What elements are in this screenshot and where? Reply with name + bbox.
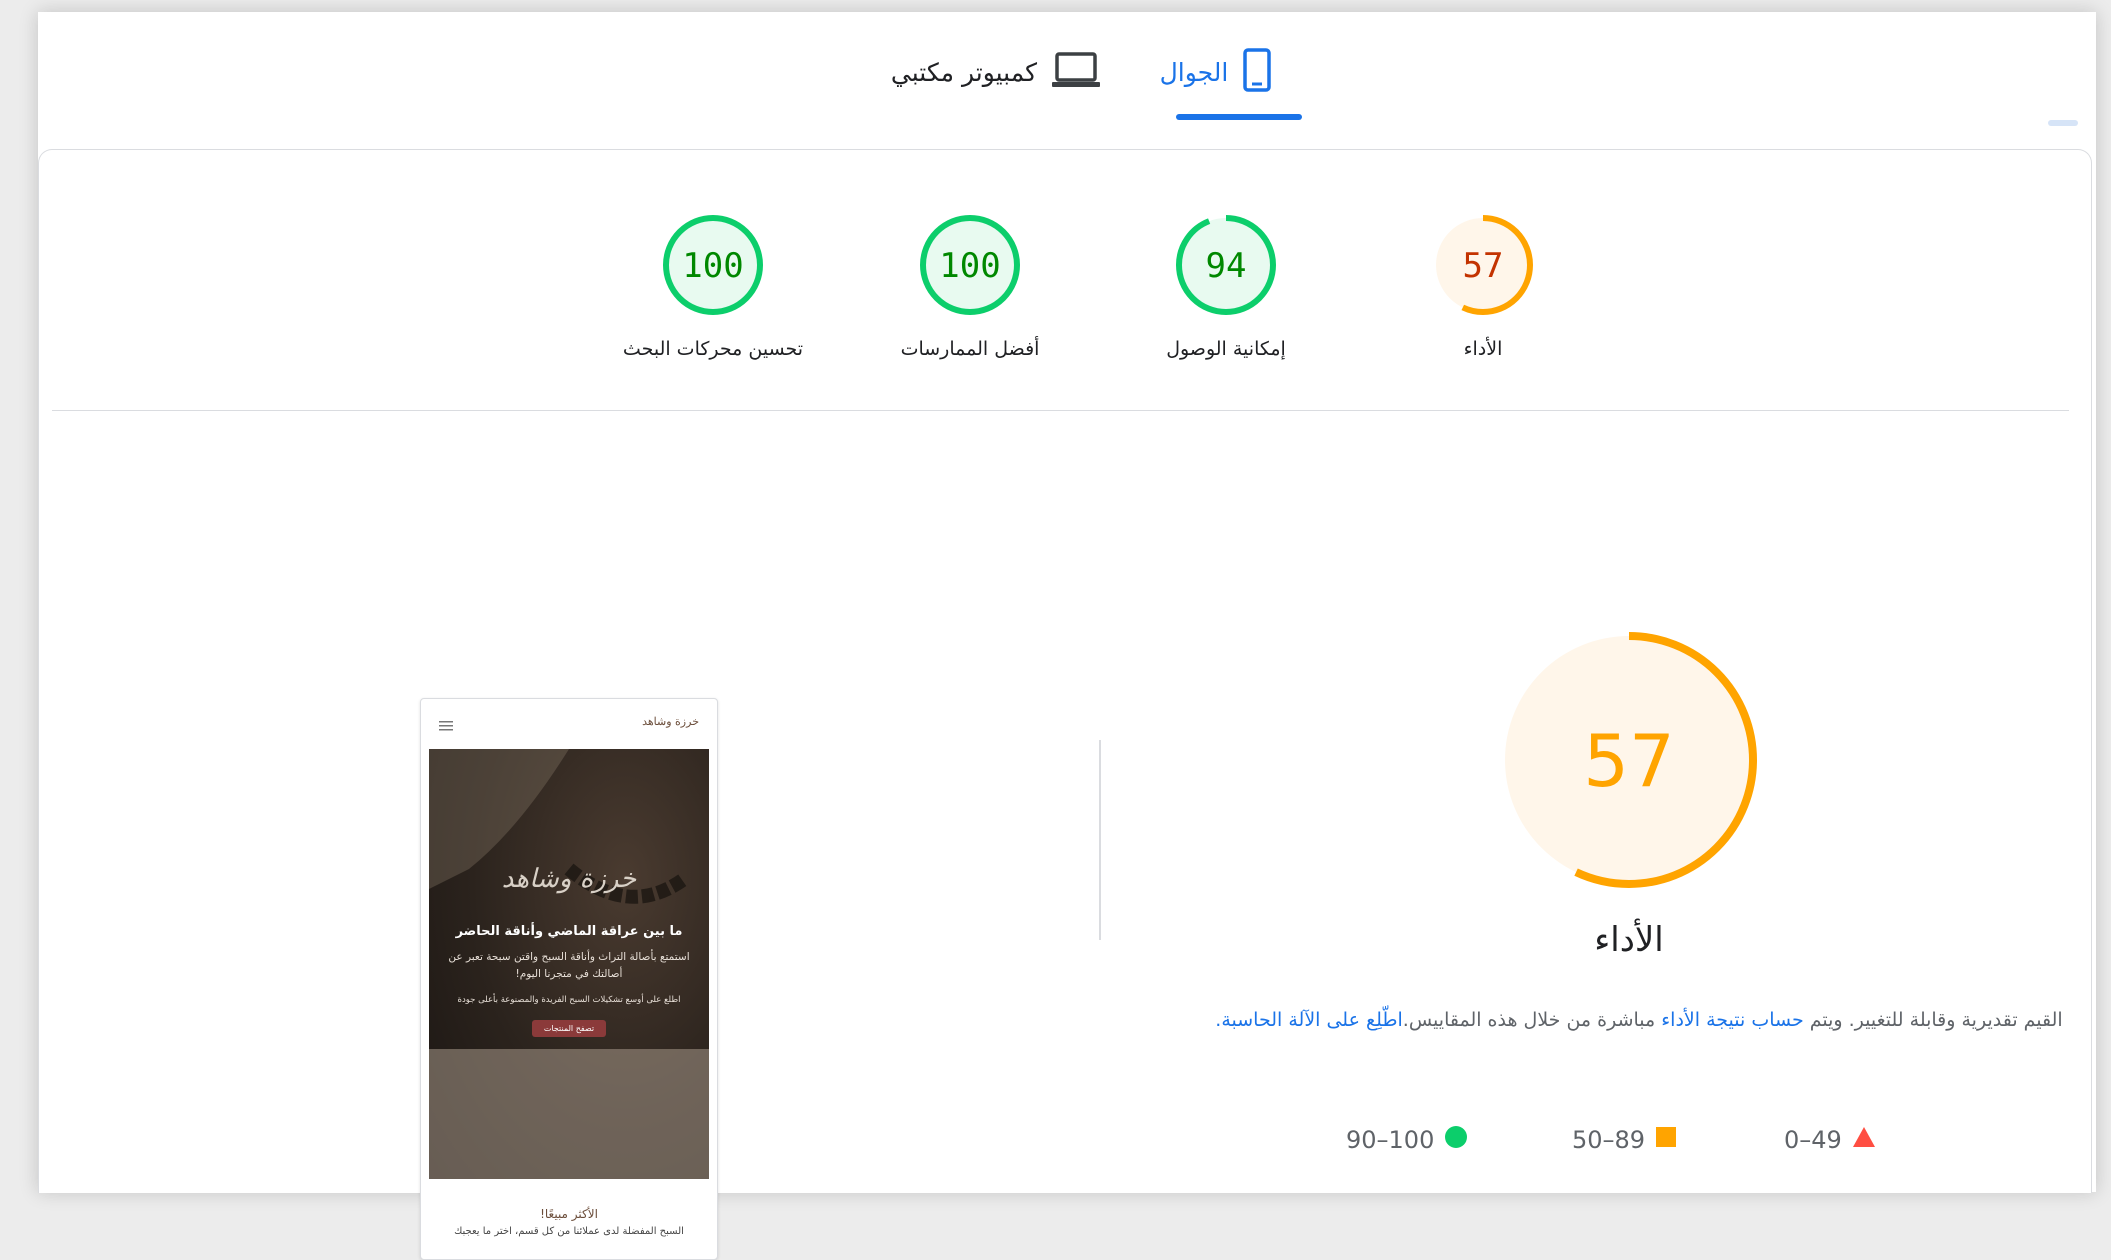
- thumb-section-desc: السبح المفضلة لدى عملائنا من كل قسم، اخت…: [454, 1226, 684, 1237]
- gauge-ring: 100: [663, 215, 763, 315]
- gauge-score: 57: [1463, 246, 1504, 286]
- legend-average-range: 50–89: [1572, 1126, 1646, 1154]
- thumb-section-title: الأكثر مبيعًا!: [540, 1207, 598, 1221]
- performance-title: الأداء: [1594, 920, 1664, 960]
- gauge-seo[interactable]: 100 تحسين محركات البحث: [618, 210, 808, 360]
- legend-pass-range: 90–100: [1346, 1126, 1435, 1154]
- tab-scroll-indicator: [2048, 120, 2078, 126]
- page: الجوال كمبيوتر مكتبي 57 الأداء 94 إمكاني…: [38, 12, 2096, 1260]
- gauge-score: 94: [1206, 246, 1247, 286]
- tab-mobile-label: الجوال: [1159, 57, 1229, 87]
- thumb-hero: خرزة وشاهد ما بين عراقة الماضي وأناقة ال…: [429, 749, 709, 1179]
- gauge-accessibility[interactable]: 94 إمكانية الوصول: [1131, 210, 1321, 360]
- performance-gauge-large: 57: [1489, 620, 1769, 900]
- gauge-label: أفضل الممارسات: [900, 338, 1040, 360]
- page-screenshot-thumbnail: خرزة وشاهد خرزة وشاهد ما بين عراقة الماض…: [420, 698, 718, 1260]
- mobile-phone-icon: [1242, 48, 1272, 96]
- gauge-ring: 57: [1433, 215, 1533, 315]
- hero-calligraphy: خرزة وشاهد: [501, 864, 637, 894]
- gauge-performance[interactable]: 57 الأداء: [1388, 210, 1578, 360]
- performance-description: القيم تقديرية وقابلة للتغيير. ويتم حساب …: [1209, 1000, 2069, 1040]
- report-card: 57 الأداء 94 إمكانية الوصول 100 أفضل الم…: [38, 149, 2092, 1260]
- calculator-link[interactable]: اطّلِع على الآلة الحاسبة.: [1215, 1009, 1402, 1031]
- gauge-ring: 100: [920, 215, 1020, 315]
- gauge-best-practices[interactable]: 100 أفضل الممارسات: [875, 210, 1065, 360]
- thumb-header: خرزة وشاهد: [429, 699, 709, 750]
- gauge-ring-large: 57: [1501, 632, 1757, 888]
- gauge-label: الأداء: [1463, 338, 1503, 360]
- hamburger-menu-icon: [439, 717, 453, 736]
- tab-desktop-label: كمبيوتر مكتبي: [890, 57, 1038, 87]
- legend-fail-range: 0–49: [1784, 1126, 1842, 1154]
- hero-small-text: اطلع على أوسع تشكيلات السبح الفريدة والم…: [457, 995, 681, 1005]
- desc-text-1: القيم تقديرية وقابلة للتغيير. ويتم: [1803, 1009, 2063, 1031]
- gauge-score: 100: [939, 246, 1000, 286]
- hero-cta-button: تصفح المنتجات: [531, 1020, 607, 1037]
- triangle-icon: [1852, 1126, 1876, 1154]
- circle-icon: [1444, 1125, 1468, 1155]
- square-icon: [1655, 1126, 1677, 1154]
- legend-fail: 0–49: [1784, 1120, 1876, 1160]
- gauge-label: تحسين محركات البحث: [622, 338, 804, 360]
- hero-title: ما بين عراقة الماضي وأناقة الحاضر: [455, 924, 683, 939]
- tab-mobile[interactable]: الجوال: [1131, 42, 1301, 102]
- desc-text-2: مباشرة من خلال هذه المقاييس.: [1402, 1009, 1662, 1031]
- brand-logo: خرزة وشاهد: [642, 715, 699, 728]
- hero-subtitle: استمتع بأصالة التراث وأناقة السبح واقتن …: [448, 951, 690, 980]
- gauge-label: إمكانية الوصول: [1166, 338, 1286, 360]
- vertical-separator: [1099, 740, 1101, 940]
- active-tab-indicator: [1176, 114, 1302, 120]
- performance-score-large: 57: [1583, 719, 1675, 803]
- section-divider: [52, 410, 2069, 411]
- gauge-score: 100: [682, 246, 743, 286]
- tab-desktop[interactable]: كمبيوتر مكتبي: [886, 42, 1106, 102]
- calc-score-link[interactable]: حساب نتيجة الأداء: [1661, 1009, 1803, 1031]
- laptop-icon: [1051, 50, 1101, 94]
- gauge-ring: 94: [1176, 215, 1276, 315]
- hero-content: خرزة وشاهد ما بين عراقة الماضي وأناقة ال…: [429, 749, 709, 1037]
- legend-average: 50–89: [1572, 1120, 1677, 1160]
- legend-pass: 90–100: [1346, 1120, 1468, 1160]
